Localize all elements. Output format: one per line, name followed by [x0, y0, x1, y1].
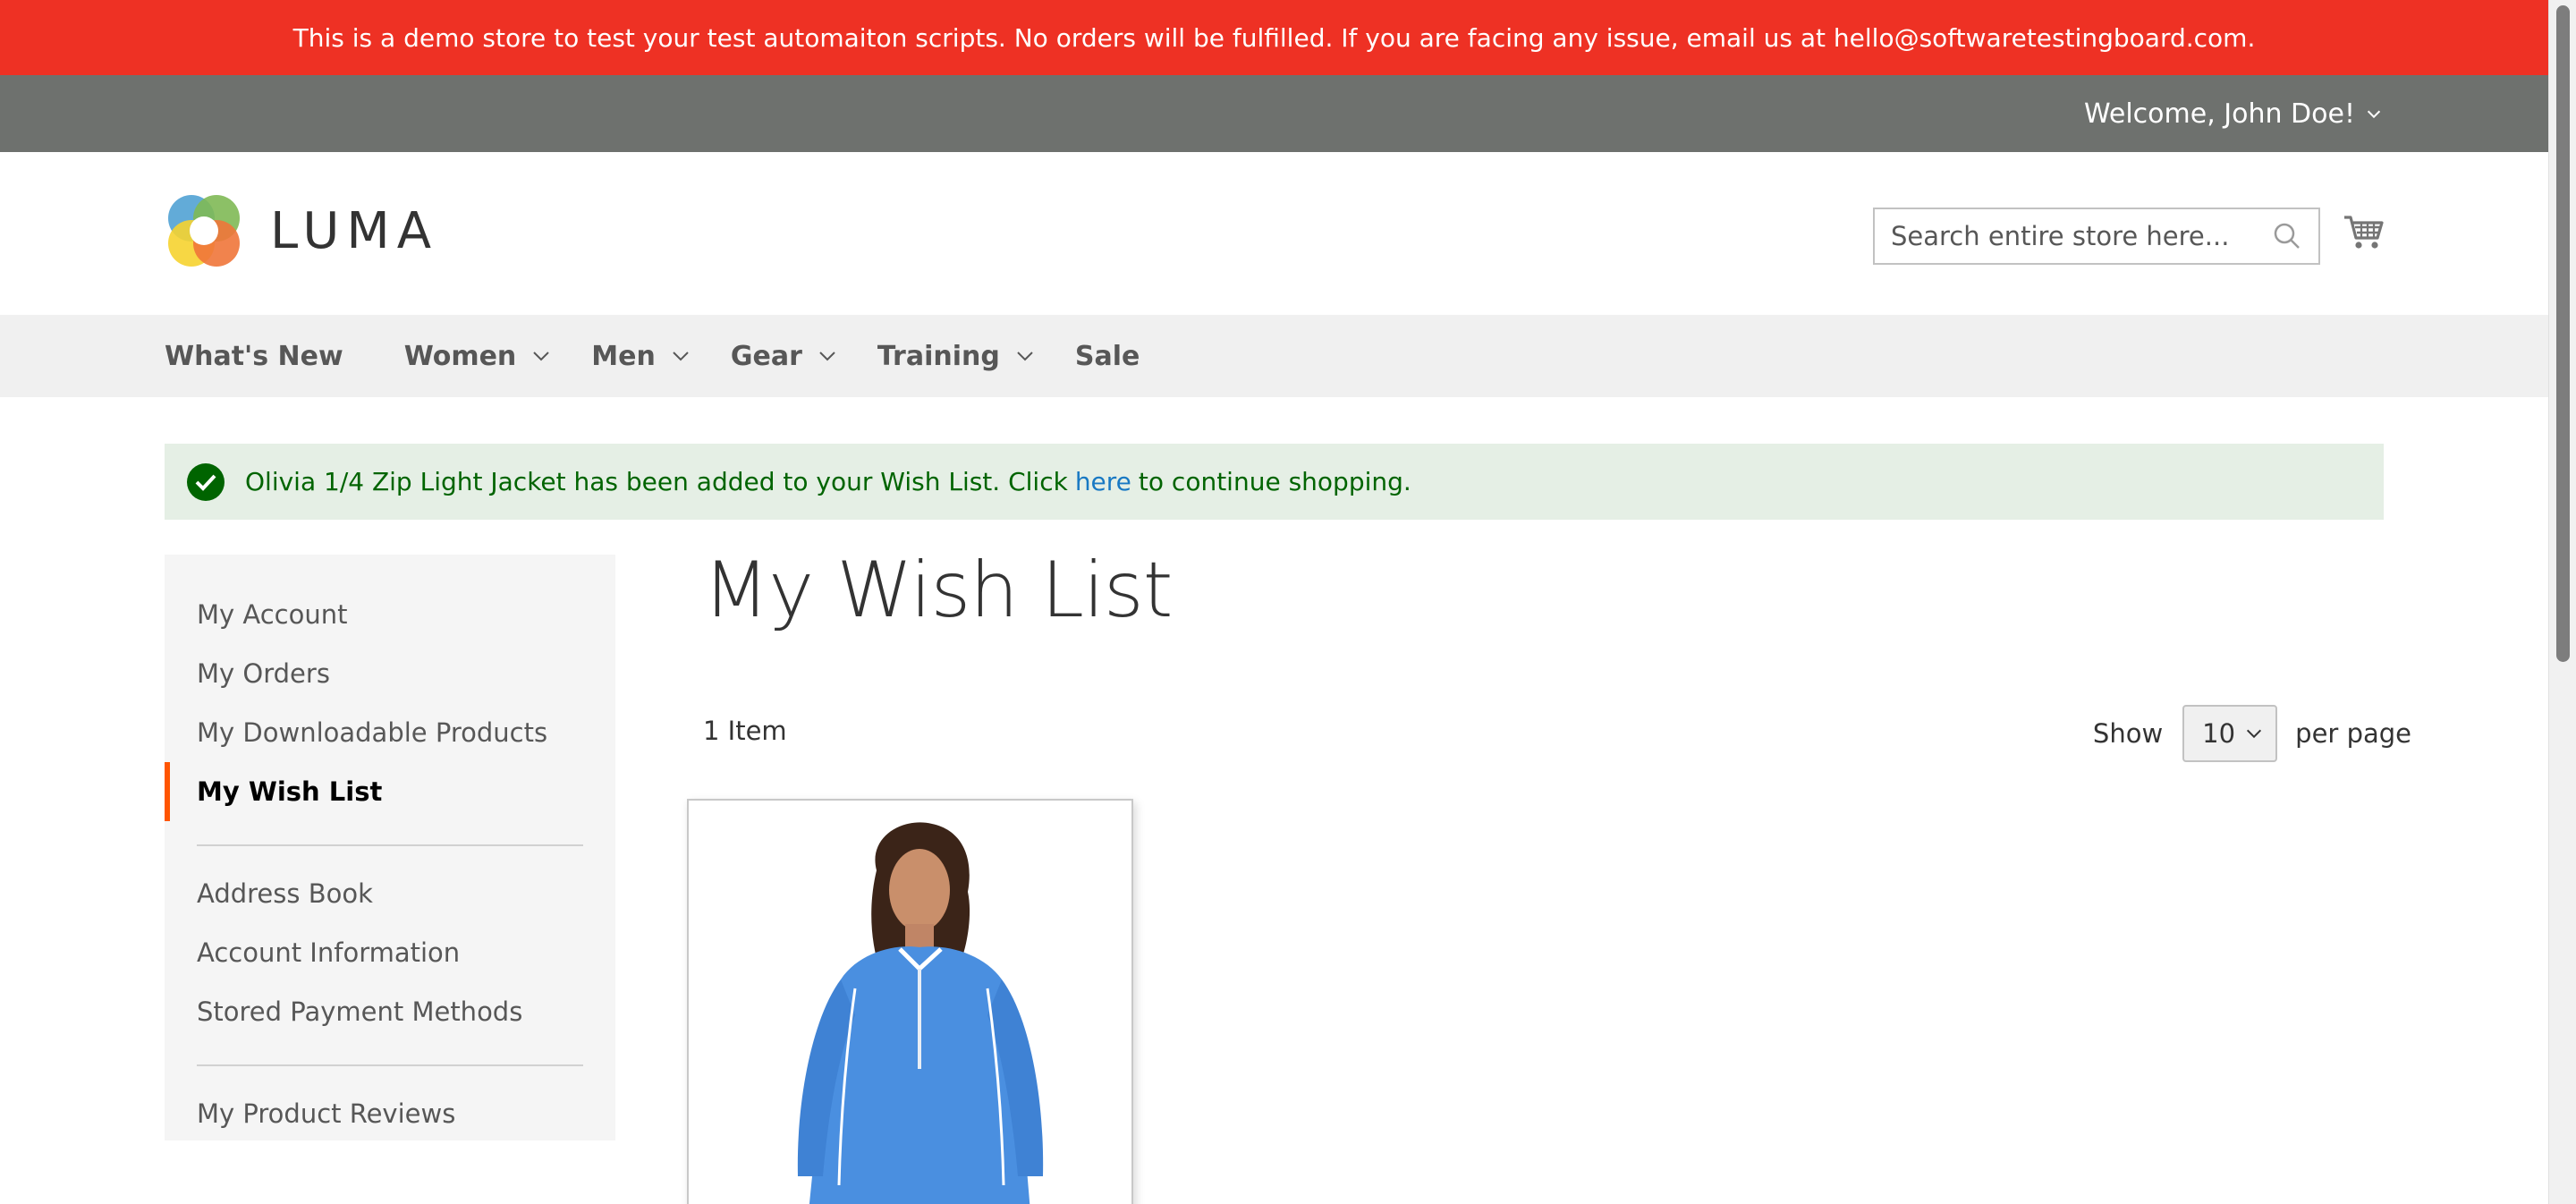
welcome-text: Welcome, John Doe! [2083, 98, 2355, 130]
search-field[interactable] [1873, 208, 2320, 265]
scrollbar-thumb[interactable] [2556, 5, 2570, 662]
page-title: My Wish List [703, 546, 1173, 635]
search-input[interactable] [1891, 221, 2272, 251]
chevron-down-icon [673, 352, 689, 361]
sidebar-item-account-information[interactable]: Account Information [165, 923, 615, 982]
account-sidebar: My Account My Orders My Downloadable Pro… [165, 555, 615, 1140]
site-header: LUMA [0, 152, 2548, 315]
nav-item-men[interactable]: Men [591, 341, 691, 372]
demo-banner-text: This is a demo store to test your test a… [292, 22, 2256, 53]
sidebar-item-my-product-reviews[interactable]: My Product Reviews [165, 1084, 615, 1143]
per-page-value: 10 [2202, 718, 2236, 749]
top-panel: Welcome, John Doe! [0, 75, 2548, 152]
nav-item-label: Training [877, 340, 1000, 372]
sidebar-item-my-account[interactable]: My Account [165, 585, 615, 644]
luma-logo[interactable]: LUMA [165, 191, 438, 270]
page-scrollbar[interactable] [2548, 0, 2576, 1204]
sidebar-item-my-wish-list: My Wish List [165, 762, 615, 821]
sidebar-divider [197, 1064, 583, 1066]
shopping-cart-icon[interactable] [2342, 209, 2386, 254]
customer-welcome-menu[interactable]: Welcome, John Doe! [2084, 75, 2384, 152]
product-image[interactable] [689, 801, 1133, 1204]
nav-item-label: What's New [165, 340, 343, 372]
nav-item-training[interactable]: Training [877, 341, 1036, 372]
demo-store-banner: This is a demo store to test your test a… [0, 0, 2548, 75]
success-message: Olivia 1/4 Zip Light Jacket has been add… [165, 444, 2384, 520]
sidebar-divider [197, 844, 583, 846]
logo-text: LUMA [270, 201, 439, 260]
chevron-down-icon [819, 352, 835, 361]
nav-item-gear[interactable]: Gear [731, 341, 838, 372]
limiter-show-label: Show [2092, 718, 2164, 749]
continue-shopping-link[interactable]: here [1075, 467, 1131, 496]
nav-item-whats-new[interactable]: What's New [165, 341, 343, 372]
main-navigation: What's New Women Men Gear Training Sale [0, 315, 2548, 397]
sidebar-item-stored-payment-methods[interactable]: Stored Payment Methods [165, 982, 615, 1041]
success-check-icon [187, 462, 225, 501]
chevron-down-icon [2367, 110, 2381, 119]
chevron-down-icon [1017, 352, 1033, 361]
sidebar-item-my-orders[interactable]: My Orders [165, 644, 615, 703]
search-icon[interactable] [2272, 221, 2302, 251]
nav-item-label: Women [403, 340, 517, 372]
nav-item-sale[interactable]: Sale [1075, 341, 1140, 372]
nav-item-label: Men [591, 340, 656, 372]
sidebar-item-address-book[interactable]: Address Book [165, 864, 615, 923]
nav-item-women[interactable]: Women [404, 341, 553, 372]
sidebar-item-my-downloadable-products[interactable]: My Downloadable Products [165, 703, 615, 762]
message-suffix: to continue shopping. [1138, 467, 1411, 496]
per-page-select[interactable]: 10 [2182, 705, 2278, 762]
nav-item-label: Sale [1074, 340, 1140, 372]
luma-logo-icon [168, 195, 240, 267]
limiter-per-page-label: per page [2295, 718, 2411, 749]
wishlist-product-card[interactable] [687, 799, 1133, 1204]
message-text: Olivia 1/4 Zip Light Jacket has been add… [245, 467, 1068, 496]
chevron-down-icon [533, 352, 550, 361]
chevron-down-icon [2247, 729, 2262, 739]
nav-item-label: Gear [730, 340, 802, 372]
per-page-limiter: Show 10 per page [2093, 705, 2411, 762]
wishlist-item-count: 1 Item [703, 716, 787, 746]
